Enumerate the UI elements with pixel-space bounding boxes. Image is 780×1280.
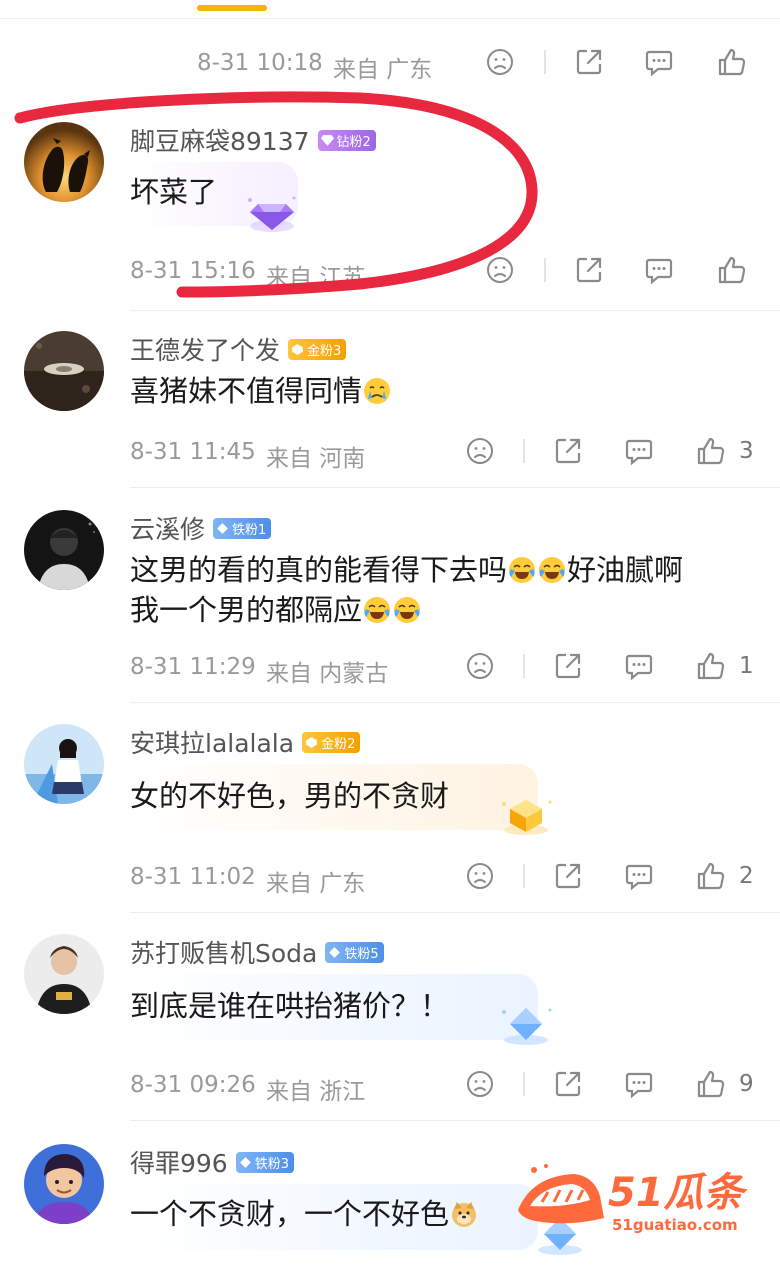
comment-item: 王德发了个发 金粉3 喜猪妹不值得同情 8-31 11:45 来自 河南 3 [0, 331, 780, 501]
blue-diamond-decoration-icon [502, 1008, 552, 1045]
reply-icon[interactable] [641, 44, 677, 80]
unlike-icon[interactable] [462, 648, 498, 684]
reply-icon[interactable] [621, 433, 657, 469]
like-count: 3 [739, 438, 754, 464]
share-icon[interactable] [550, 1066, 586, 1102]
avatar[interactable] [24, 724, 104, 804]
fan-badge: 铁粉3 [235, 1151, 294, 1173]
iron-gem-icon [329, 946, 341, 958]
gold-gem-icon [306, 736, 317, 748]
divider [130, 310, 780, 311]
like-count: 2 [739, 863, 754, 889]
username[interactable]: 王德发了个发 [130, 331, 280, 367]
watermark-url: 51guatiao.com [612, 1216, 738, 1234]
username-line: 王德发了个发 金粉3 [130, 331, 347, 367]
gold-badge-decoration-icon [502, 800, 552, 835]
comment-text: 一个不贪财，一个不好色 [130, 1194, 479, 1234]
separator [523, 654, 525, 678]
laugh-cry-emoji-icon [539, 557, 566, 583]
divider [130, 912, 780, 913]
like-count: 1 [739, 653, 754, 679]
comment-meta-row: 8-31 10:18 来自 广东 [0, 42, 780, 83]
comment-meta-row: 8-31 09:26 来自 浙江 9 [0, 1064, 780, 1105]
avatar[interactable] [24, 510, 104, 590]
share-icon[interactable] [571, 44, 607, 80]
like-icon[interactable] [692, 648, 728, 684]
comment-time: 8-31 09:26 [130, 1072, 256, 1098]
username[interactable]: 苏打贩售机Soda [130, 934, 317, 970]
username-line: 安琪拉lalalala 金粉2 [130, 724, 361, 760]
comment-text: 女的不好色，男的不贪财 [130, 779, 450, 813]
share-icon[interactable] [550, 648, 586, 684]
laugh-cry-emoji-icon [364, 597, 391, 623]
laugh-cry-emoji-icon [509, 557, 536, 583]
doge-emoji-icon [452, 1202, 477, 1227]
watermark-logo: 51瓜条 51guatiao.com [512, 1160, 762, 1240]
comment-location: 来自 浙江 [266, 1079, 366, 1105]
share-icon[interactable] [550, 433, 586, 469]
avatar[interactable] [24, 934, 104, 1014]
comment-meta-row: 8-31 11:02 来自 广东 2 [0, 856, 780, 897]
comment-location: 来自 内蒙古 [266, 661, 389, 687]
unlike-icon[interactable] [482, 44, 518, 80]
comment-item: 苏打贩售机Soda 铁粉5 到底是谁在哄抬猪价？！ 8-31 09:26 来自 … [0, 934, 780, 1124]
comment-text: 到底是谁在哄抬猪价？！ [130, 989, 450, 1023]
gold-gem-icon [292, 343, 303, 355]
username-line: 苏打贩售机Soda 铁粉5 [130, 934, 384, 970]
annotation-circle [14, 91, 538, 298]
watermark-brand: 51瓜条 [608, 1170, 749, 1216]
reply-icon[interactable] [621, 858, 657, 894]
like-icon[interactable] [692, 433, 728, 469]
comment-meta-row: 8-31 11:29 来自 内蒙古 1 [0, 646, 780, 687]
laugh-cry-emoji-icon [394, 597, 421, 623]
fan-badge: 金粉3 [288, 338, 347, 360]
share-icon[interactable] [550, 858, 586, 894]
unlike-icon[interactable] [462, 1066, 498, 1102]
separator [523, 864, 525, 888]
like-count: 9 [739, 1071, 754, 1097]
separator [523, 439, 525, 463]
comment-location: 来自 广东 [266, 871, 366, 897]
iron-gem-icon [217, 522, 228, 534]
divider [0, 18, 780, 19]
comment-meta-row: 8-31 11:45 来自 河南 3 [0, 431, 780, 472]
like-icon[interactable] [692, 1066, 728, 1102]
avatar[interactable] [24, 1144, 104, 1224]
comment-item: 安琪拉lalalala 金粉2 女的不好色，男的不贪财 8-31 11:02 来… [0, 724, 780, 914]
fan-badge: 金粉2 [302, 731, 361, 753]
comment-text: 这男的看的真的能看得下去吗 好油腻啊 [130, 553, 684, 587]
username-line: 云溪修 铁粉1 [130, 510, 272, 546]
username[interactable]: 得罪996 [130, 1144, 228, 1180]
divider [130, 487, 780, 488]
comment-location: 来自 广东 [333, 57, 433, 83]
divider [130, 1120, 780, 1121]
reply-icon[interactable] [621, 648, 657, 684]
comment-time: 8-31 11:29 [130, 654, 256, 680]
separator [544, 50, 546, 74]
avatar[interactable] [24, 331, 104, 411]
comment-text: 喜猪妹不值得同情 [130, 371, 392, 411]
comment-item: 云溪修 铁粉1 这男的看的真的能看得下去吗 好油腻啊 我一个男的都隔应 8-31 … [0, 510, 780, 700]
username-line: 得罪996 铁粉3 [130, 1144, 294, 1180]
reply-icon[interactable] [621, 1066, 657, 1102]
like-icon[interactable] [713, 44, 749, 80]
fan-badge: 铁粉5 [325, 941, 384, 963]
comment-time: 8-31 10:18 [197, 50, 323, 76]
comment-text-line2: 我一个男的都隔应 [130, 590, 422, 630]
divider [130, 702, 780, 703]
tab-indicator [197, 5, 267, 11]
unlike-icon[interactable] [462, 433, 498, 469]
fan-badge: 铁粉1 [213, 517, 272, 539]
comment-time: 8-31 11:45 [130, 439, 256, 465]
separator [523, 1072, 525, 1096]
unlike-icon[interactable] [462, 858, 498, 894]
username[interactable]: 云溪修 [130, 510, 205, 546]
crying-emoji-icon [364, 378, 391, 404]
comment-time: 8-31 11:02 [130, 864, 256, 890]
iron-gem-icon [239, 1156, 251, 1168]
username[interactable]: 安琪拉lalalala [130, 724, 294, 760]
like-icon[interactable] [692, 858, 728, 894]
comment-location: 来自 河南 [266, 446, 366, 472]
watermark-logo-graphic: 51瓜条 51guatiao.com [518, 1164, 749, 1234]
